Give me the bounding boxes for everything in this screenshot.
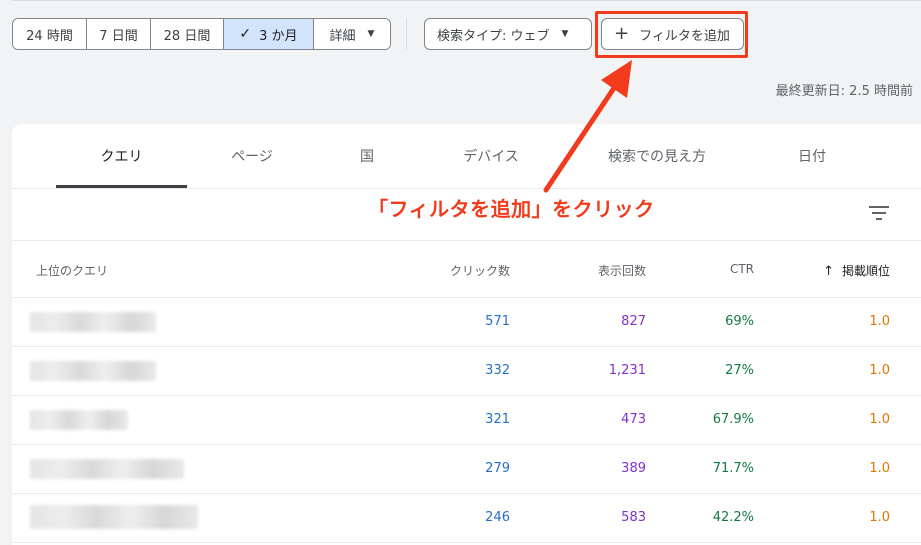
date-range-selector: 24 時間 7 日間 28 日間 ✓ 3 か月 詳細 ▼ (12, 18, 391, 50)
cell-position: 1.0 (869, 461, 890, 476)
redacted-query (30, 361, 156, 381)
redacted-query (30, 312, 156, 332)
annotation-highlight-box (595, 11, 748, 58)
cell-position: 1.0 (869, 510, 890, 525)
row-divider (12, 395, 921, 396)
dimension-tabs: クエリ ページ 国 デバイス 検索での見え方 日付 (12, 124, 921, 188)
cell-ctr: 27% (725, 363, 754, 378)
check-icon: ✓ (239, 26, 252, 42)
header-query: 上位のクエリ (36, 264, 109, 278)
tab-page[interactable]: ページ (202, 124, 302, 188)
header-clicks[interactable]: クリック数 (410, 262, 510, 279)
toolbar-divider (406, 18, 407, 50)
cell-position: 1.0 (869, 412, 890, 427)
header-position-label: 掲載順位 (841, 264, 890, 278)
cell-clicks: 279 (485, 461, 510, 476)
cell-impressions: 389 (621, 461, 646, 476)
tab-search-appearance[interactable]: 検索での見え方 (582, 124, 732, 188)
row-divider (12, 444, 921, 445)
redacted-query (30, 410, 128, 430)
cell-impressions: 1,231 (608, 363, 646, 378)
sort-arrow-up-icon: ↑ (823, 264, 834, 279)
cell-ctr: 42.2% (712, 510, 754, 525)
range-3m-label: 3 か月 (259, 28, 298, 44)
header-divider (12, 297, 921, 298)
cell-impressions: 827 (621, 314, 646, 329)
cell-clicks: 571 (485, 314, 510, 329)
cell-ctr: 71.7% (712, 461, 754, 476)
redacted-query (30, 505, 198, 529)
range-custom-label: 詳細 (329, 28, 356, 44)
range-3m-button[interactable]: ✓ 3 か月 (224, 19, 314, 49)
cell-position: 1.0 (869, 314, 890, 329)
header-ctr[interactable]: CTR (654, 262, 754, 276)
search-type-dropdown[interactable]: 検索タイプ: ウェブ ▼ (424, 18, 592, 50)
tab-date[interactable]: 日付 (762, 124, 862, 188)
tabs-divider (12, 188, 921, 189)
tab-device[interactable]: デバイス (432, 124, 550, 188)
cell-impressions: 583 (621, 510, 646, 525)
search-type-label: 検索タイプ: ウェブ (437, 28, 550, 44)
tab-country[interactable]: 国 (322, 124, 412, 188)
range-7d-button[interactable]: 7 日間 (87, 19, 151, 49)
cell-clicks: 246 (485, 510, 510, 525)
filter-rows-icon[interactable] (869, 204, 889, 222)
row-divider (12, 346, 921, 347)
caret-down-icon: ▼ (561, 29, 569, 39)
redacted-query (30, 459, 184, 479)
cell-position: 1.0 (869, 363, 890, 378)
range-custom-button[interactable]: 詳細 ▼ (314, 19, 390, 49)
header-position[interactable]: ↑ 掲載順位 (772, 262, 890, 279)
range-24h-button[interactable]: 24 時間 (13, 19, 87, 49)
last-updated-text: 最終更新日: 2.5 時間前 (775, 84, 913, 99)
cell-clicks: 321 (485, 412, 510, 427)
range-28d-button[interactable]: 28 日間 (151, 19, 224, 49)
caret-down-icon: ▼ (367, 29, 375, 39)
annotation-text: 「フィルタを追加」をクリック (368, 197, 655, 221)
row-divider (12, 542, 921, 543)
top-divider (12, 0, 921, 1)
table-toolbar-divider (12, 240, 921, 241)
row-divider (12, 493, 921, 494)
tab-query[interactable]: クエリ (56, 124, 187, 188)
header-impressions[interactable]: 表示回数 (546, 262, 646, 279)
cell-ctr: 69% (725, 314, 754, 329)
cell-ctr: 67.9% (712, 412, 754, 427)
performance-table-card: クエリ ページ 国 デバイス 検索での見え方 日付 上位のクエリ クリック数 表… (12, 124, 921, 545)
cell-clicks: 332 (485, 363, 510, 378)
cell-impressions: 473 (621, 412, 646, 427)
